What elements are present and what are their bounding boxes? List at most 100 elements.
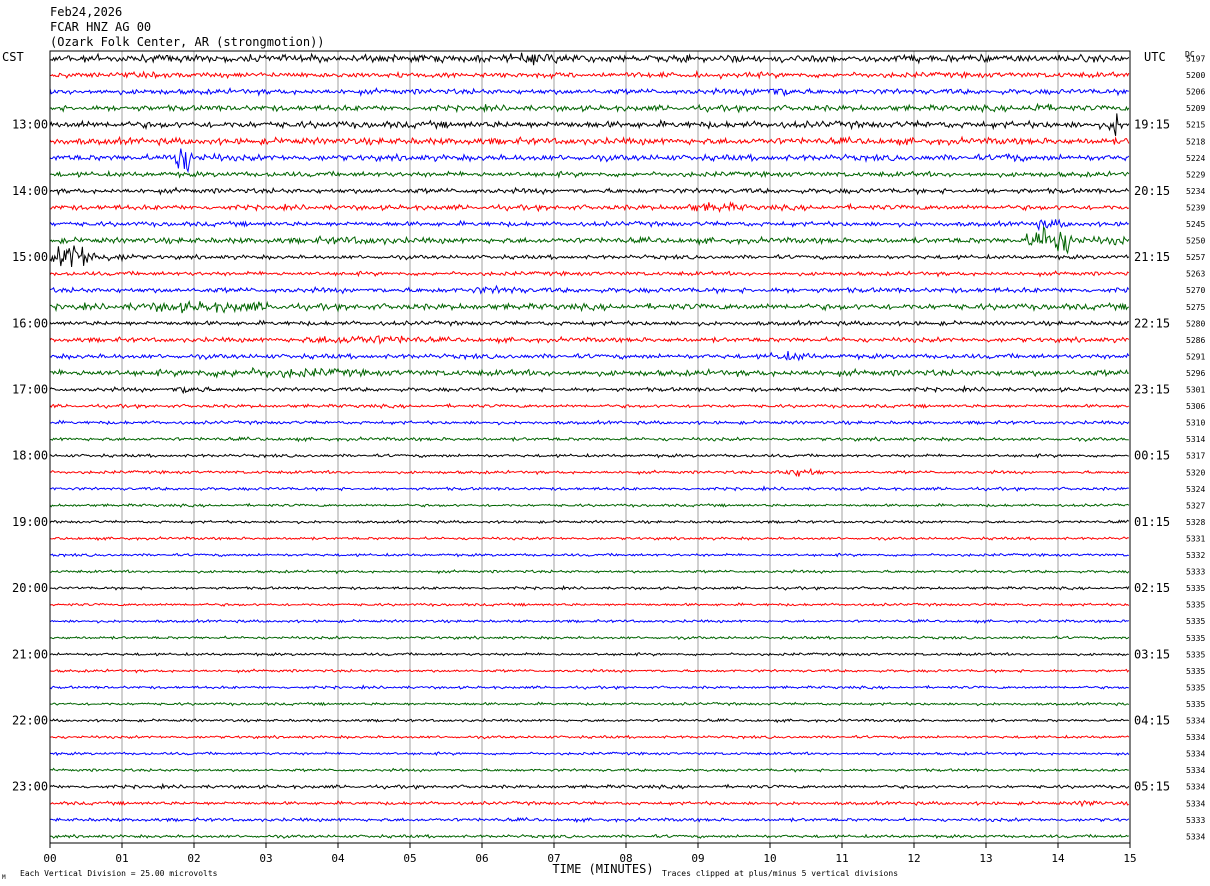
x-tick-label: 09 xyxy=(691,852,704,865)
seismic-trace xyxy=(49,800,1130,808)
dc-offset-label: 5275 xyxy=(1186,303,1205,312)
left-hour-label: 18:00 xyxy=(12,449,48,463)
dc-offset-label: 5331 xyxy=(1186,534,1205,543)
x-tick-label: 12 xyxy=(907,852,920,865)
x-tick-label: 13 xyxy=(979,852,992,865)
dc-offset-label: 5280 xyxy=(1186,319,1205,328)
dc-offset-label: 5324 xyxy=(1186,485,1205,494)
dc-offset-label: 5245 xyxy=(1186,220,1205,229)
dc-offset-label: 5335 xyxy=(1186,634,1205,643)
dc-offset-label: 5317 xyxy=(1186,452,1205,461)
dc-offset-label: 5209 xyxy=(1186,104,1205,113)
seismic-trace xyxy=(49,419,1130,426)
seismic-trace xyxy=(49,284,1130,295)
right-hour-label: 04:15 xyxy=(1134,714,1170,728)
dc-offset-label: 5301 xyxy=(1186,386,1205,395)
station-label: FCAR HNZ AG 00 xyxy=(50,20,151,34)
dc-offset-label: 5335 xyxy=(1186,584,1205,593)
seismic-trace xyxy=(49,701,1130,707)
dc-offset-label: 5334 xyxy=(1186,766,1205,775)
minute-gridlines xyxy=(121,51,1059,843)
left-hour-label: 22:00 xyxy=(12,714,48,728)
x-tick-label: 10 xyxy=(763,852,776,865)
dc-offset-label: 5263 xyxy=(1186,270,1205,279)
dc-offset-label: 5333 xyxy=(1186,568,1205,577)
dc-offset-label: 5250 xyxy=(1186,237,1205,246)
x-tick-label: 05 xyxy=(403,852,416,865)
seismic-trace xyxy=(49,102,1130,114)
dc-offset-label: 5234 xyxy=(1186,187,1205,196)
left-hour-label: 17:00 xyxy=(12,383,48,397)
seismic-trace xyxy=(49,200,1130,213)
helicorder-plot: Feb24,2026 FCAR HNZ AG 00 (Ozark Folk Ce… xyxy=(2,5,1205,881)
dc-offset-label: 5335 xyxy=(1186,617,1205,626)
seismic-trace xyxy=(49,169,1130,179)
dc-offset-label: 5335 xyxy=(1186,700,1205,709)
seismic-trace xyxy=(49,519,1130,525)
dc-offset-label: 5332 xyxy=(1186,551,1205,560)
x-tick-label: 01 xyxy=(115,852,128,865)
seismic-trace xyxy=(49,52,1130,66)
right-hour-label: 23:15 xyxy=(1134,383,1170,397)
left-hour-labels: 13:00 14:00 15:00 16:00 17:00 18:00 19:00 20:00… xyxy=(12,118,48,794)
seismic-trace xyxy=(49,584,1130,591)
seismic-trace xyxy=(49,319,1129,328)
seismic-trace xyxy=(49,86,1129,98)
right-timezone-label: UTC xyxy=(1144,50,1166,64)
seismic-trace xyxy=(49,535,1129,542)
seismic-trace xyxy=(49,69,1130,80)
dc-offset-label: 5239 xyxy=(1186,203,1205,212)
seismic-trace xyxy=(49,651,1129,657)
seismic-trace xyxy=(49,684,1129,691)
seismic-trace xyxy=(49,467,1129,477)
dc-offset-label: 5320 xyxy=(1186,468,1205,477)
left-hour-label: 21:00 xyxy=(12,647,48,661)
seismic-trace xyxy=(49,436,1129,443)
dc-offset-label: 5334 xyxy=(1186,832,1205,841)
dc-offset-label: 5335 xyxy=(1186,650,1205,659)
right-hour-label: 05:15 xyxy=(1134,780,1170,794)
left-hour-label: 23:00 xyxy=(12,780,48,794)
dc-offset-label: 5296 xyxy=(1186,369,1205,378)
dc-offset-label: 5270 xyxy=(1186,286,1205,295)
dc-offset-label: 5327 xyxy=(1186,501,1205,510)
seismic-trace xyxy=(49,751,1130,757)
dc-offset-label: 5306 xyxy=(1186,402,1205,411)
left-hour-label: 15:00 xyxy=(12,250,48,264)
header: Feb24,2026 FCAR HNZ AG 00 (Ozark Folk Ce… xyxy=(50,5,325,49)
seismic-trace xyxy=(49,767,1129,773)
dc-offset-label: 5291 xyxy=(1186,352,1205,361)
dc-offset-label: 5215 xyxy=(1186,121,1205,130)
x-tick-label: 11 xyxy=(835,852,848,865)
left-hour-label: 16:00 xyxy=(12,316,48,330)
x-tick-label: 15 xyxy=(1123,852,1136,865)
right-hour-label: 01:15 xyxy=(1134,515,1170,529)
dc-offset-label: 5218 xyxy=(1186,137,1205,146)
dc-offset-label: 5229 xyxy=(1186,170,1205,179)
seismic-trace xyxy=(49,335,1130,345)
seismic-trace xyxy=(49,552,1129,558)
dc-offset-label: 5335 xyxy=(1186,667,1205,676)
seismic-traces xyxy=(49,52,1130,840)
dc-offset-label: 5200 xyxy=(1186,71,1205,80)
x-tick-label: 06 xyxy=(475,852,488,865)
right-hour-label: 02:15 xyxy=(1134,581,1170,595)
seismic-trace xyxy=(49,186,1130,196)
x-tick-label: 00 xyxy=(43,852,56,865)
seismic-trace xyxy=(49,717,1130,724)
right-hour-label: 21:15 xyxy=(1134,250,1170,264)
dc-offset-label: 5333 xyxy=(1186,816,1205,825)
dc-offset-label: 5310 xyxy=(1186,419,1205,428)
left-hour-label: 19:00 xyxy=(12,515,48,529)
seismic-trace xyxy=(49,734,1130,740)
dc-offset-label: 5335 xyxy=(1186,601,1205,610)
dc-offset-label: 5334 xyxy=(1186,733,1205,742)
seismic-trace xyxy=(49,351,1130,362)
seismic-trace xyxy=(49,366,1129,379)
x-axis-label: TIME (MINUTES) xyxy=(552,862,653,876)
x-tick-label: 14 xyxy=(1051,852,1065,865)
seismic-trace xyxy=(49,402,1130,410)
right-hour-label: 20:15 xyxy=(1134,184,1170,198)
seismic-trace xyxy=(49,816,1130,824)
seismic-trace xyxy=(49,135,1130,147)
